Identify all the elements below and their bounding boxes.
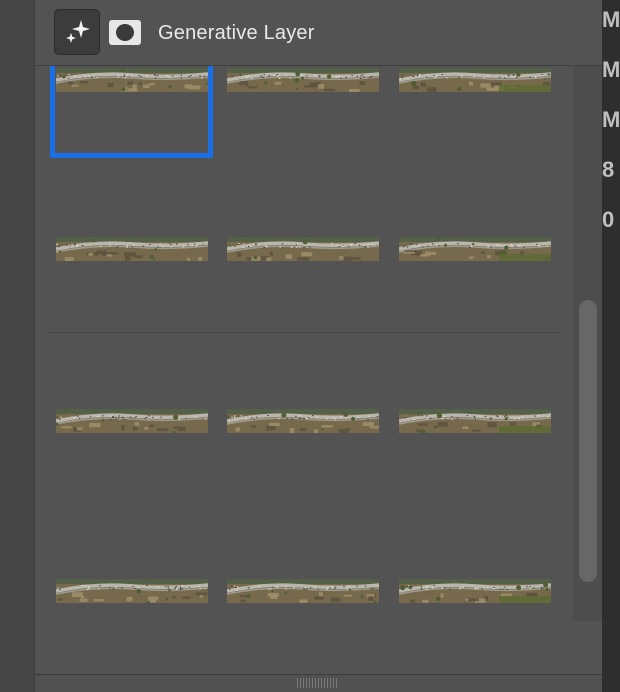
variation-thumbnail-1[interactable] [56, 68, 208, 92]
right-panel-fragment: 0 [602, 209, 615, 231]
variation-thumbnail-7[interactable] [56, 409, 208, 433]
variations-grid [35, 66, 573, 674]
thumbnail-image [56, 579, 208, 603]
variation-thumbnail-9[interactable] [399, 409, 551, 433]
thumbnail-image [227, 237, 379, 261]
thumbnail-image [399, 579, 551, 603]
properties-panel: Generative Layer [35, 0, 602, 692]
variation-thumbnail-12[interactable] [399, 579, 551, 603]
variation-thumbnail-3[interactable] [399, 68, 551, 92]
layer-header: Generative Layer [35, 0, 602, 66]
variation-thumbnail-10[interactable] [56, 579, 208, 603]
panel-bottom-bar [35, 674, 602, 692]
thumbnail-image [56, 68, 208, 92]
resize-grip-handle[interactable] [297, 678, 337, 688]
thumbnail-image [227, 409, 379, 433]
thumbnail-image [56, 409, 208, 433]
left-dock-strip [0, 0, 35, 692]
thumbnail-image [399, 68, 551, 92]
layer-title: Generative Layer [158, 22, 315, 44]
generative-layer-button[interactable] [54, 9, 100, 55]
sparkles-icon [66, 20, 90, 43]
right-panel-edge: M M M 8 0 [602, 0, 620, 692]
layer-mask-icon[interactable] [109, 20, 141, 45]
scrollbar-track[interactable] [573, 66, 602, 621]
variation-thumbnail-2[interactable] [227, 68, 379, 92]
variation-thumbnail-4[interactable] [56, 237, 208, 261]
variation-thumbnail-11[interactable] [227, 579, 379, 603]
right-panel-fragment: M [602, 9, 620, 31]
right-panel-fragment: M [602, 59, 620, 81]
variation-thumbnail-8[interactable] [227, 409, 379, 433]
group-divider [48, 332, 560, 333]
thumbnail-image [227, 579, 379, 603]
thumbnail-image [227, 68, 379, 92]
thumbnail-image [399, 237, 551, 261]
right-panel-fragment: M [602, 109, 620, 131]
variation-thumbnail-5[interactable] [227, 237, 379, 261]
mask-circle [116, 24, 134, 41]
thumbnail-image [56, 237, 208, 261]
variation-thumbnail-6[interactable] [399, 237, 551, 261]
thumbnail-image [399, 409, 551, 433]
right-panel-fragment: 8 [602, 159, 615, 181]
scrollbar-thumb[interactable] [579, 300, 597, 582]
